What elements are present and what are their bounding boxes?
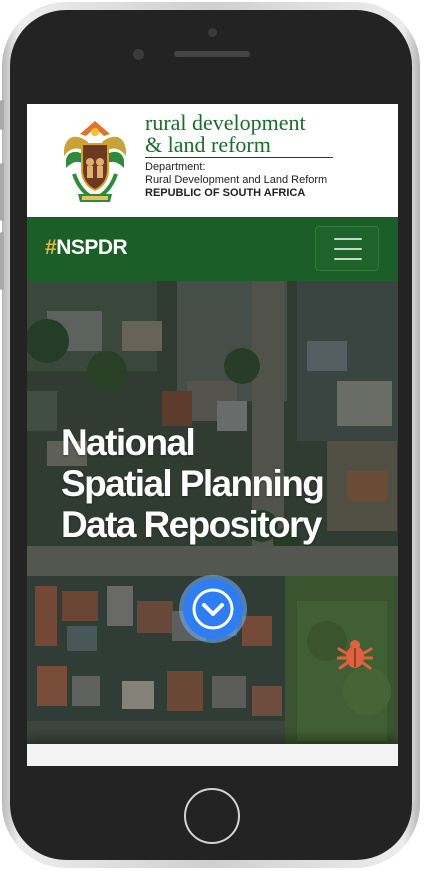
hamburger-icon-bar — [334, 248, 362, 250]
hamburger-icon-bar — [334, 258, 362, 260]
nav-brand-link[interactable]: #NSPDR — [45, 236, 128, 260]
menu-toggle-button[interactable] — [315, 226, 379, 271]
bug-icon[interactable] — [337, 636, 373, 672]
nav-brand-hash: # — [45, 236, 57, 259]
brand-line-1: rural development — [145, 110, 306, 135]
home-button[interactable] — [184, 788, 240, 844]
hero-section: National Spatial Planning Data Repositor… — [27, 281, 398, 744]
department-label: Department: — [145, 161, 206, 173]
volume-up-button — [0, 163, 4, 221]
screen: rural development & land reform Departme… — [27, 104, 398, 766]
department-name: Rural Development and Land Reform — [145, 174, 328, 186]
nav-brand-text: NSPDR — [56, 236, 128, 259]
volume-down-button — [0, 232, 4, 290]
content-section-edge — [27, 744, 398, 766]
hero-title-line-1: National — [61, 422, 196, 463]
country-name: REPUBLIC OF SOUTH AFRICA — [145, 187, 306, 199]
hero-title-line-3: Data Repository — [61, 504, 322, 545]
chevron-down-icon — [192, 588, 234, 630]
hero-title: National Spatial Planning Data Repositor… — [61, 422, 325, 545]
hero-title-line-2: Spatial Planning — [61, 463, 325, 504]
earpiece-speaker — [174, 51, 250, 57]
coat-of-arms-icon — [64, 121, 126, 202]
scroll-down-button[interactable] — [183, 579, 243, 639]
front-camera — [208, 28, 217, 37]
brand-line-2: & land reform — [145, 132, 271, 157]
proximity-sensor — [133, 49, 144, 60]
brand-divider — [145, 157, 333, 158]
navbar: #NSPDR — [27, 217, 398, 281]
mute-switch — [0, 100, 4, 130]
site-header: rural development & land reform Departme… — [27, 104, 398, 217]
hamburger-icon — [334, 238, 362, 240]
